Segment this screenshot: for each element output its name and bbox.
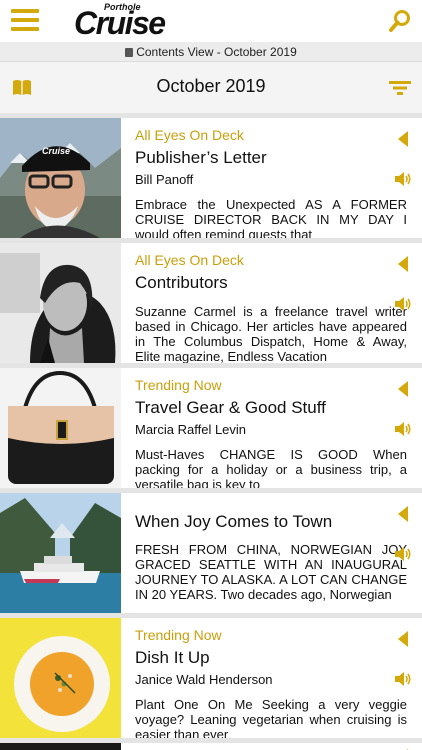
contents-view-bar: Contents View - October 2019 [0, 42, 422, 62]
article-title: When Joy Comes to Town [135, 512, 333, 531]
article-thumbnail [0, 493, 121, 613]
article-category: All Eyes On Deck [135, 127, 244, 143]
speaker-icon[interactable] [395, 546, 413, 562]
filter-icon[interactable] [389, 81, 411, 95]
article-title: Contributors [135, 273, 228, 292]
article-row[interactable]: All Eyes On Deck Contributors Suzanne Ca… [0, 238, 422, 363]
article-title: Travel Gear & Good Stuff [135, 398, 326, 417]
document-icon [125, 48, 134, 57]
article-row[interactable]: Trending Now Dish It Up Janice Wald Hend… [0, 613, 422, 738]
article-row[interactable] [0, 738, 422, 750]
article-category: All Eyes On Deck [135, 252, 244, 268]
chevron-left-icon[interactable] [398, 131, 408, 147]
article-excerpt: Embrace the Unexpected AS A FORMER CRUIS… [135, 197, 407, 238]
speaker-icon[interactable] [395, 171, 413, 187]
article-thumbnail [0, 243, 121, 363]
chevron-left-icon[interactable] [398, 256, 408, 272]
contents-view-label: Contents View - October 2019 [136, 45, 297, 59]
svg-text:Cruise: Cruise [42, 146, 70, 156]
article-thumbnail [0, 368, 121, 488]
issue-month-title: October 2019 [156, 76, 266, 96]
speaker-icon[interactable] [395, 421, 413, 437]
logo-big-text: Cruise [74, 5, 166, 41]
article-title: Dish It Up [135, 648, 210, 667]
menu-icon[interactable] [11, 9, 39, 31]
article-thumbnail [0, 743, 121, 750]
article-thumbnail: Cruise [0, 118, 121, 238]
speaker-icon[interactable] [395, 296, 413, 312]
chevron-left-icon[interactable] [398, 631, 408, 647]
article-row[interactable]: Cruise All Eyes On Deck Publisher’s Lett… [0, 113, 422, 238]
article-author: Bill Panoff [135, 172, 194, 187]
article-title: Publisher’s Letter [135, 148, 267, 167]
article-thumbnail [0, 618, 121, 738]
article-author: Marcia Raffel Levin [135, 422, 247, 437]
article-row[interactable]: When Joy Comes to Town FRESH FROM CHINA,… [0, 488, 422, 613]
chevron-left-icon[interactable] [398, 381, 408, 397]
chevron-left-icon[interactable] [398, 506, 408, 522]
top-bar: Porthole Cruise [0, 0, 422, 42]
article-row[interactable]: Trending Now Travel Gear & Good Stuff Ma… [0, 363, 422, 488]
app-logo: Porthole Cruise [74, 2, 174, 40]
article-author: Janice Wald Henderson [135, 672, 273, 687]
article-excerpt: Suzanne Carmel is a freelance travel wri… [135, 304, 407, 363]
article-category: Trending Now [135, 627, 222, 643]
article-category: Trending Now [135, 377, 222, 393]
speaker-icon[interactable] [395, 671, 413, 687]
article-excerpt: FRESH FROM CHINA, NORWEGIAN JOY GRACED S… [135, 542, 407, 602]
search-icon[interactable] [388, 9, 412, 33]
article-excerpt: Must-Haves CHANGE IS GOOD When packing f… [135, 447, 407, 488]
issue-header: October 2019 [0, 62, 422, 113]
article-excerpt: Plant One On Me Seeking a very veggie vo… [135, 697, 407, 738]
